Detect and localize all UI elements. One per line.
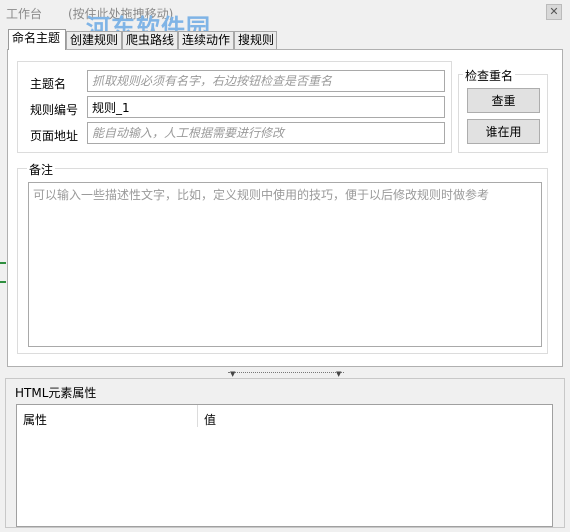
rule-id-label: 规则编号 — [30, 103, 79, 117]
splitter-down-arrow-icon: ▼ — [230, 370, 236, 378]
tab-continuous-action[interactable]: 连续动作 — [178, 31, 234, 49]
drag-hint: (按住此处拖拽移动) — [68, 7, 174, 21]
page-url-input[interactable] — [87, 122, 445, 144]
check-duplicate-title: 检查重名 — [463, 67, 516, 84]
close-button[interactable]: ✕ — [546, 4, 562, 20]
title-bar[interactable]: 工作台 (按住此处拖拽移动) ✕ — [0, 0, 570, 26]
topic-name-input[interactable] — [87, 70, 445, 92]
splitter-down-arrow-icon: ▼ — [336, 370, 342, 378]
tab-name-topic[interactable]: 命名主题 — [8, 29, 66, 50]
tab-search-rules[interactable]: 搜规则 — [234, 31, 277, 49]
column-header-value[interactable]: 值 — [204, 411, 216, 428]
rule-id-input[interactable] — [87, 96, 445, 118]
tab-create-rule[interactable]: 创建规则 — [66, 31, 122, 49]
who-uses-button[interactable]: 谁在用 — [467, 119, 540, 144]
page-url-label: 页面地址 — [30, 129, 79, 143]
column-divider — [197, 405, 198, 427]
splitter-grip[interactable] — [228, 372, 344, 377]
left-edge-accent — [0, 281, 6, 283]
properties-table[interactable]: 属性 值 — [16, 404, 553, 527]
window-title: 工作台 — [6, 7, 43, 21]
column-header-attribute[interactable]: 属性 — [23, 411, 47, 428]
html-properties-title: HTML元素属性 — [15, 386, 97, 400]
tab-crawler-route[interactable]: 爬虫路线 — [122, 31, 178, 49]
check-duplicate-button[interactable]: 查重 — [467, 88, 540, 113]
remark-textarea[interactable] — [28, 182, 542, 347]
left-edge-accent — [0, 262, 6, 264]
topic-name-label: 主题名 — [30, 77, 67, 91]
remark-title: 备注 — [27, 161, 56, 178]
